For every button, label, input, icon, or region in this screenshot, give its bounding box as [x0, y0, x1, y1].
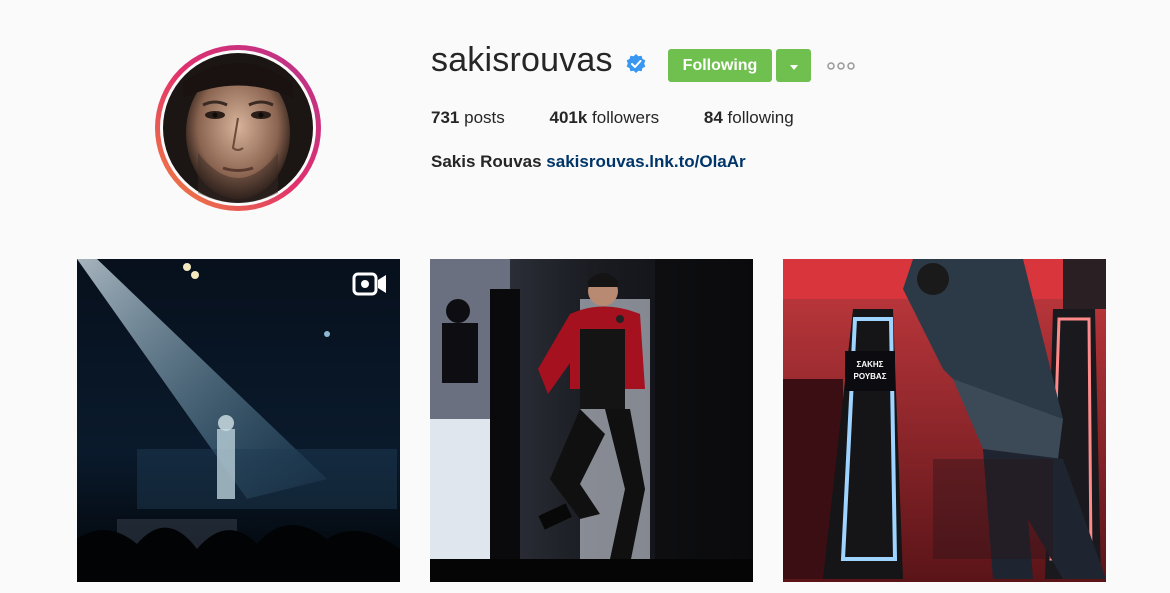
verified-badge-icon — [626, 54, 646, 73]
suggestions-dropdown-button[interactable] — [776, 49, 811, 82]
full-name: Sakis Rouvas — [431, 152, 542, 171]
followers-link[interactable]: 401k followers — [549, 108, 659, 128]
svg-text:ΣΑΚΗΣ: ΣΑΚΗΣ — [857, 360, 884, 369]
svg-text:ΡΟΥΒΑΣ: ΡΟΥΒΑΣ — [853, 372, 886, 381]
profile-stats: 731 posts 401k followers 84 following — [431, 108, 834, 128]
profile-avatar[interactable] — [160, 50, 316, 206]
post-thumbnail-1[interactable] — [77, 259, 400, 582]
more-options-icon[interactable] — [826, 58, 856, 74]
chevron-down-icon — [789, 65, 798, 70]
story-ring[interactable] — [155, 45, 321, 211]
profile-username: sakisrouvas — [431, 41, 613, 79]
profile-bio: Sakis Rouvas sakisrouvas.lnk.to/OlaAr — [431, 152, 746, 172]
following-link[interactable]: 84 following — [704, 108, 794, 128]
profile-page: sakisrouvas Following 731 posts 401k fol… — [0, 0, 1170, 593]
posts-count: 731 posts — [431, 108, 505, 127]
post-thumbnail-2[interactable] — [430, 259, 753, 582]
post-thumbnail-3[interactable]: ΣΑΚΗΣ ΡΟΥΒΑΣ — [783, 259, 1106, 582]
following-button[interactable]: Following — [668, 49, 772, 82]
bio-link[interactable]: sakisrouvas.lnk.to/OlaAr — [546, 152, 745, 171]
video-camera-icon — [352, 272, 386, 296]
